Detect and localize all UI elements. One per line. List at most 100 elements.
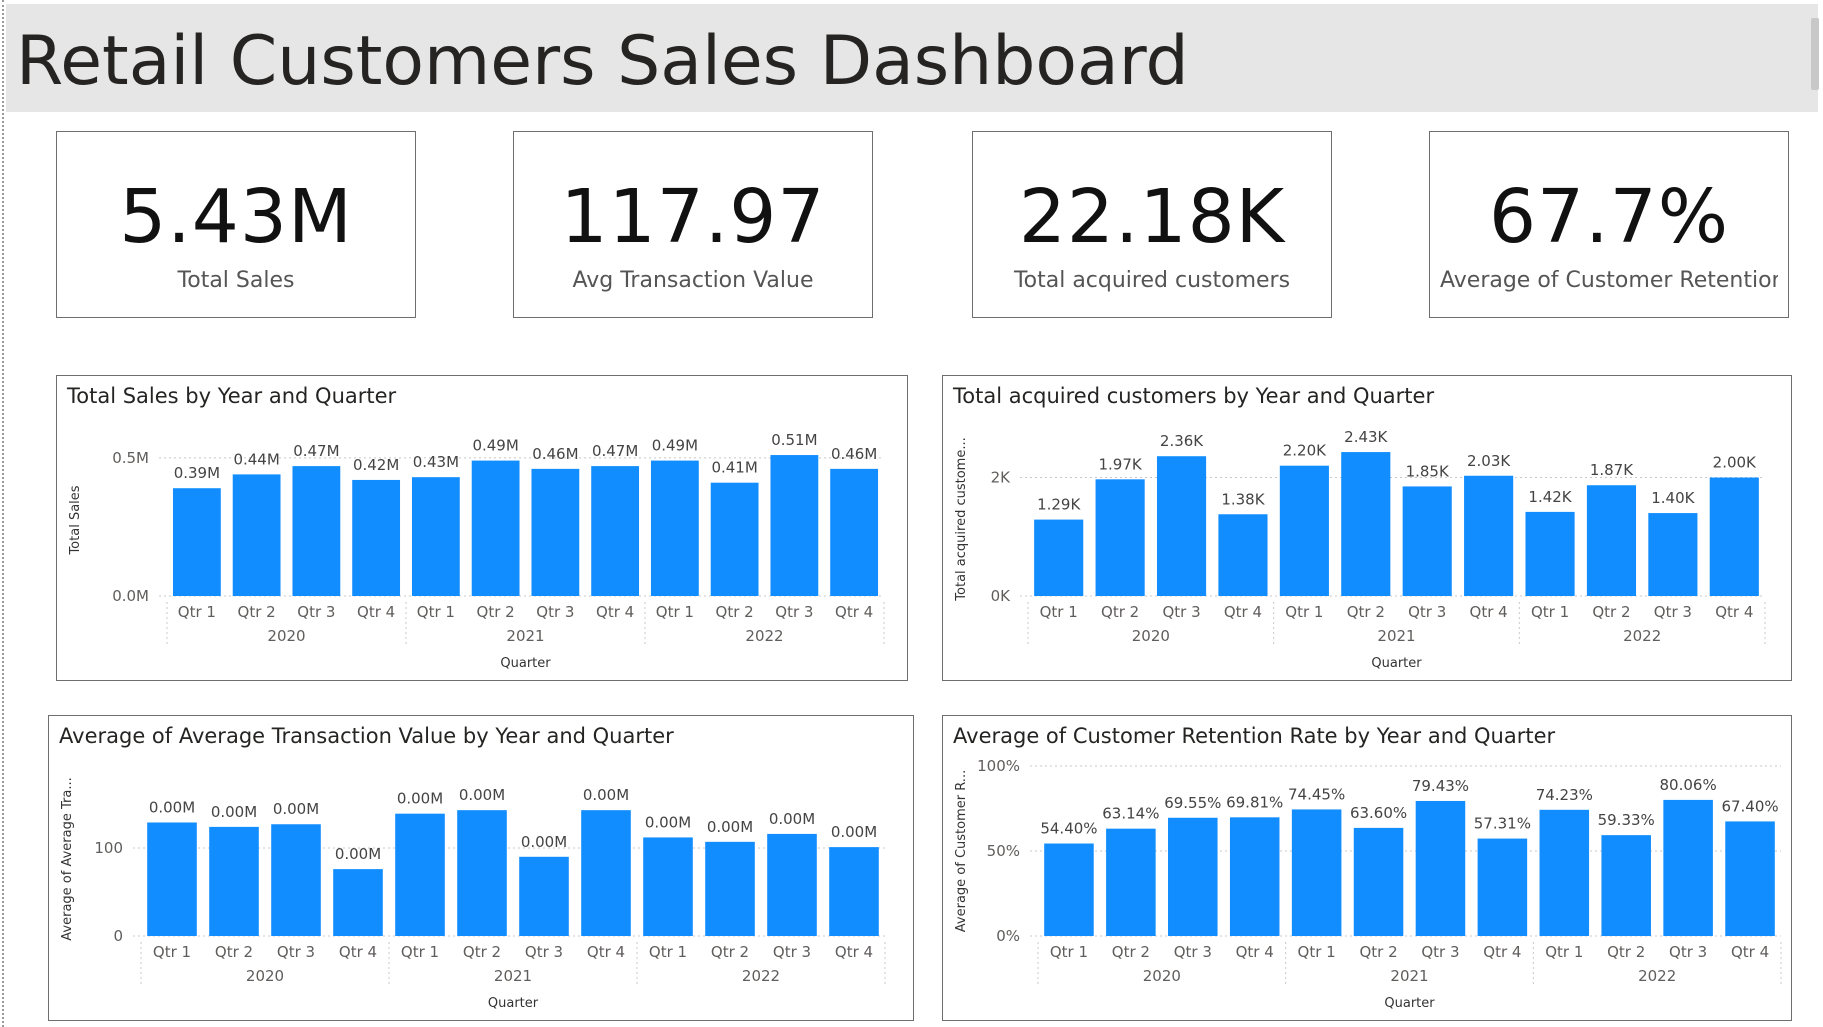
bar: [1279, 465, 1329, 596]
x-axis-title: Quarter: [1384, 996, 1435, 1011]
x-tick-label: Qtr 4: [1470, 603, 1508, 621]
chart-title: Total acquired customers by Year and Qua…: [952, 384, 1434, 408]
header-bar: Retail Customers Sales Dashboard: [6, 4, 1818, 112]
x-tick-label: Qtr 2: [1347, 603, 1385, 621]
bar: [1402, 486, 1452, 596]
data-label: 63.60%: [1350, 804, 1407, 822]
bar: [1218, 514, 1268, 596]
data-label: 74.23%: [1536, 786, 1593, 804]
y-axis-title: Total acquired custome...: [954, 437, 969, 601]
kpi-card-avg-transaction-value[interactable]: 117.97 Avg Transaction Value: [513, 131, 873, 318]
chart-total-acquired-customers[interactable]: Total acquired customers by Year and Qua…: [942, 375, 1792, 681]
y-tick-label: 0K: [991, 587, 1012, 605]
x-tick-label: Qtr 2: [1607, 943, 1645, 961]
x-tick-label: Qtr 4: [596, 603, 634, 621]
bar: [471, 460, 520, 596]
vertical-scrollbar[interactable]: [1811, 18, 1819, 90]
y-tick-label: 100: [94, 839, 123, 857]
bar: [395, 813, 445, 936]
x-tick-label: Qtr 3: [1421, 943, 1459, 961]
x-tick-label: Qtr 4: [835, 603, 873, 621]
kpi-label: Avg Transaction Value: [572, 268, 814, 293]
x-tick-label: Qtr 3: [775, 603, 813, 621]
data-label: 2.36K: [1160, 432, 1204, 450]
kpi-card-customer-retention[interactable]: 67.7% Average of Customer Retention ...: [1429, 131, 1789, 318]
y-tick-label: 0.0M: [112, 587, 149, 605]
chart-svg-total-sales: Total Sales by Year and Quarter 0.0M 0.5M T…: [66, 384, 885, 671]
kpi-card-total-sales[interactable]: 5.43M Total Sales: [56, 131, 416, 318]
data-label: 1.38K: [1221, 490, 1265, 508]
data-label: 0.00M: [335, 845, 381, 863]
chart-svg-avg-transaction-value: Average of Average Transaction Value by …: [59, 724, 886, 1011]
data-label: 69.81%: [1226, 793, 1283, 811]
x-tick-label: Qtr 2: [1359, 943, 1397, 961]
x-tick-label: Qtr 3: [1669, 943, 1707, 961]
x-tick-label: Qtr 1: [649, 943, 687, 961]
y-tick-label: 0%: [996, 927, 1020, 945]
y-axis-title: Total Sales: [68, 485, 83, 555]
year-label: 2021: [1377, 627, 1415, 645]
x-tick-label: Qtr 4: [339, 943, 377, 961]
x-tick-label: Qtr 1: [178, 603, 216, 621]
chart-title: Average of Average Transaction Value by …: [59, 724, 674, 748]
data-label: 0.49M: [652, 437, 698, 455]
bar: [1464, 475, 1514, 596]
kpi-label: Total Sales: [177, 268, 295, 293]
year-label: 2020: [1132, 627, 1170, 645]
bar: [1663, 799, 1713, 936]
bar: [1353, 827, 1404, 936]
bar: [271, 824, 321, 936]
data-label: 1.29K: [1037, 496, 1081, 514]
kpi-card-total-acquired-customers[interactable]: 22.18K Total acquired customers: [972, 131, 1332, 318]
data-label: 0.42M: [353, 456, 399, 474]
data-label: 57.31%: [1474, 815, 1531, 833]
bar: [770, 455, 819, 596]
data-label: 0.00M: [397, 790, 443, 808]
bar: [1168, 817, 1218, 936]
bar: [531, 468, 580, 596]
x-tick-label: Qtr 3: [277, 943, 315, 961]
bar: [1539, 809, 1590, 936]
x-tick-label: Qtr 2: [1101, 603, 1139, 621]
data-label: 63.14%: [1102, 805, 1159, 823]
bar: [1034, 519, 1084, 596]
data-label: 74.45%: [1288, 785, 1345, 803]
x-tick-label: Qtr 2: [1592, 603, 1630, 621]
x-tick-label: Qtr 3: [1174, 943, 1212, 961]
chart-avg-transaction-value[interactable]: Average of Average Transaction Value by …: [48, 715, 914, 1021]
kpi-value: 67.7%: [1488, 174, 1730, 260]
x-tick-label: Qtr 1: [1545, 943, 1583, 961]
bar: [1415, 800, 1466, 936]
data-label: 0.41M: [711, 459, 757, 477]
x-tick-label: Qtr 2: [238, 603, 276, 621]
data-label: 2.03K: [1467, 452, 1511, 470]
year-label: 2021: [1390, 967, 1428, 985]
kpi-value: 22.18K: [1018, 174, 1286, 260]
x-tick-label: Qtr 2: [1112, 943, 1150, 961]
data-label: 79.43%: [1412, 777, 1469, 795]
data-label: 0.00M: [831, 823, 877, 841]
x-tick-label: Qtr 3: [1654, 603, 1692, 621]
year-label: 2022: [745, 627, 783, 645]
x-tick-label: Qtr 4: [1731, 943, 1769, 961]
x-tick-label: Qtr 4: [1715, 603, 1753, 621]
x-tick-label: Qtr 2: [477, 603, 515, 621]
chart-svg-customer-retention: Average of Customer Retention Rate by Ye…: [953, 724, 1782, 1011]
x-tick-label: Qtr 4: [835, 943, 873, 961]
data-label: 0.47M: [592, 442, 638, 460]
bar: [411, 477, 460, 596]
chart-total-sales[interactable]: Total Sales by Year and Quarter 0.0M 0.5M T…: [56, 375, 908, 681]
year-label: 2022: [1638, 967, 1676, 985]
kpi-label: Average of Customer Retention ...: [1440, 268, 1778, 293]
chart-title: Total Sales by Year and Quarter: [66, 384, 397, 408]
data-label: 0.39M: [174, 464, 220, 482]
x-tick-label: Qtr 3: [525, 943, 563, 961]
x-tick-label: Qtr 1: [153, 943, 191, 961]
data-label: 0.44M: [233, 450, 279, 468]
y-tick-label: 50%: [987, 842, 1020, 860]
bar: [830, 468, 879, 596]
chart-customer-retention[interactable]: Average of Customer Retention Rate by Ye…: [942, 715, 1792, 1021]
bar: [1525, 511, 1575, 596]
x-tick-label: Qtr 3: [536, 603, 574, 621]
x-tick-label: Qtr 4: [1483, 943, 1521, 961]
